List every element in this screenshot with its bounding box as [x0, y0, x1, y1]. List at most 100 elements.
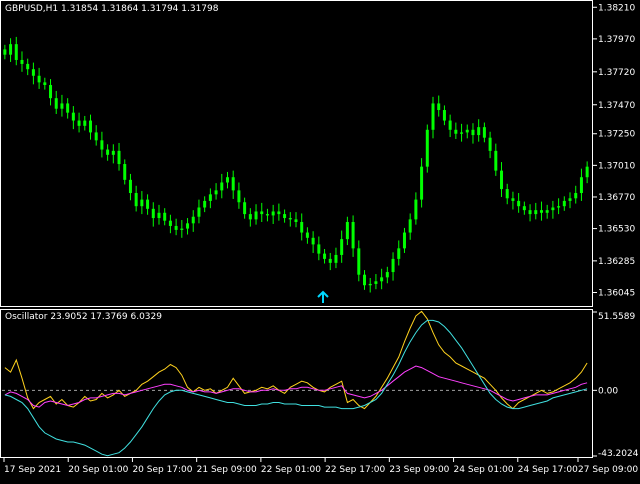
- candle-body: [254, 211, 258, 220]
- candle-body: [214, 190, 218, 195]
- candle-body: [391, 258, 395, 273]
- candle-body: [174, 225, 178, 230]
- candle-body: [448, 120, 452, 130]
- candle-body: [94, 132, 98, 141]
- candle-body: [157, 212, 161, 219]
- candle-body: [237, 190, 241, 203]
- candle-body: [557, 206, 561, 208]
- candle-body: [134, 193, 138, 207]
- time-tick-label: 20 Sep 17:00: [132, 465, 192, 475]
- candle-body: [465, 129, 469, 133]
- candle-body: [100, 140, 104, 150]
- candle-body: [54, 98, 58, 109]
- candle-body: [317, 244, 321, 254]
- buy-signal-arrow-icon[interactable]: [317, 290, 329, 303]
- candle-body: [477, 127, 481, 136]
- price-tick-label: 1.37470: [598, 101, 635, 111]
- candle-body: [14, 44, 18, 60]
- candle-body: [31, 69, 35, 76]
- price-tick-label: 1.37720: [598, 68, 635, 78]
- candle-body: [585, 166, 589, 178]
- candle-body: [265, 214, 269, 216]
- candle-body: [271, 211, 275, 216]
- candle-body: [420, 166, 424, 200]
- oscillator-series-line: [4, 310, 588, 410]
- candle-body: [231, 177, 235, 191]
- price-tick-label: 1.36285: [598, 257, 635, 267]
- candle-body: [203, 200, 207, 208]
- candle-body: [49, 84, 53, 99]
- candle-body: [357, 248, 361, 275]
- candle-body: [248, 214, 252, 220]
- candle-body: [243, 202, 247, 215]
- candle-body: [511, 198, 515, 201]
- candle-body: [288, 218, 292, 220]
- candle-body: [83, 120, 87, 126]
- candle-body: [186, 223, 190, 229]
- time-tick-label: 23 Sep 09:00: [389, 465, 449, 475]
- candle-body: [151, 208, 155, 219]
- candle-body: [123, 164, 127, 180]
- candle-body: [71, 112, 75, 121]
- candle-body: [225, 177, 229, 183]
- price-tick-label: 1.38210: [598, 3, 635, 13]
- candle-body: [277, 211, 281, 215]
- candle-body: [488, 137, 492, 151]
- candle-body: [111, 150, 115, 155]
- oscillator-tick-label: -43.2024: [598, 449, 639, 459]
- candle-body: [482, 127, 486, 138]
- candle-body: [260, 211, 264, 215]
- candle-body: [146, 199, 150, 209]
- time-axis: 17 Sep 2021 20 Sep 01:00 20 Sep 17:00 21 Se…: [3, 458, 638, 475]
- candle-body: [363, 274, 367, 286]
- candle-body: [323, 253, 327, 259]
- price-axis: 1.38210 1.37970 1.37720 1.37470 1.37250 1.370…: [593, 3, 635, 298]
- candle-body: [88, 120, 92, 133]
- candle-body: [397, 248, 401, 259]
- candle-body: [106, 149, 110, 155]
- candle-body: [191, 216, 195, 224]
- candle-body: [431, 103, 435, 130]
- time-tick-label: 22 Sep 17:00: [325, 465, 385, 475]
- candle-body: [311, 237, 315, 245]
- candle-body: [163, 212, 167, 221]
- candle-body: [414, 199, 418, 220]
- chart-canvas[interactable]: 1.38210 1.37970 1.37720 1.37470 1.37250 1.370…: [0, 0, 640, 480]
- candle-body: [345, 222, 349, 240]
- price-tick-label: 1.36530: [598, 225, 635, 235]
- candle-body: [471, 129, 475, 136]
- time-tick-label: 24 Sep 01:00: [454, 465, 514, 475]
- candle-body: [517, 200, 521, 207]
- candle-body: [300, 222, 304, 233]
- time-tick-label: 24 Sep 17:00: [518, 465, 578, 475]
- candle-body: [505, 189, 509, 199]
- candle-body: [408, 219, 412, 233]
- candle-body: [568, 198, 572, 201]
- oscillator-tick-label: 51.5589: [598, 312, 635, 322]
- candle-body: [305, 232, 309, 238]
- candle-body: [208, 194, 212, 201]
- candle-body: [197, 207, 201, 217]
- candle-body: [37, 75, 41, 83]
- candle-body: [551, 207, 555, 211]
- candle-body: [168, 220, 172, 226]
- candle-body: [3, 49, 7, 55]
- oscillator-lines: [2, 310, 590, 457]
- candle-body: [334, 254, 338, 263]
- candle-body: [283, 214, 287, 219]
- candle-body: [402, 232, 406, 249]
- candle-body: [494, 150, 498, 171]
- price-tick-label: 1.36045: [598, 288, 635, 298]
- candle-body: [425, 129, 429, 167]
- candle-body: [442, 110, 446, 121]
- price-candles: [3, 36, 589, 293]
- candle-body: [437, 103, 441, 111]
- price-tick-label: 1.36770: [598, 193, 635, 203]
- candle-body: [9, 44, 13, 55]
- candle-body: [522, 206, 526, 211]
- candle-body: [574, 193, 578, 199]
- time-tick-label: 20 Sep 01:00: [68, 465, 128, 475]
- candle-body: [562, 200, 566, 207]
- candle-body: [380, 277, 384, 282]
- candle-body: [374, 281, 378, 284]
